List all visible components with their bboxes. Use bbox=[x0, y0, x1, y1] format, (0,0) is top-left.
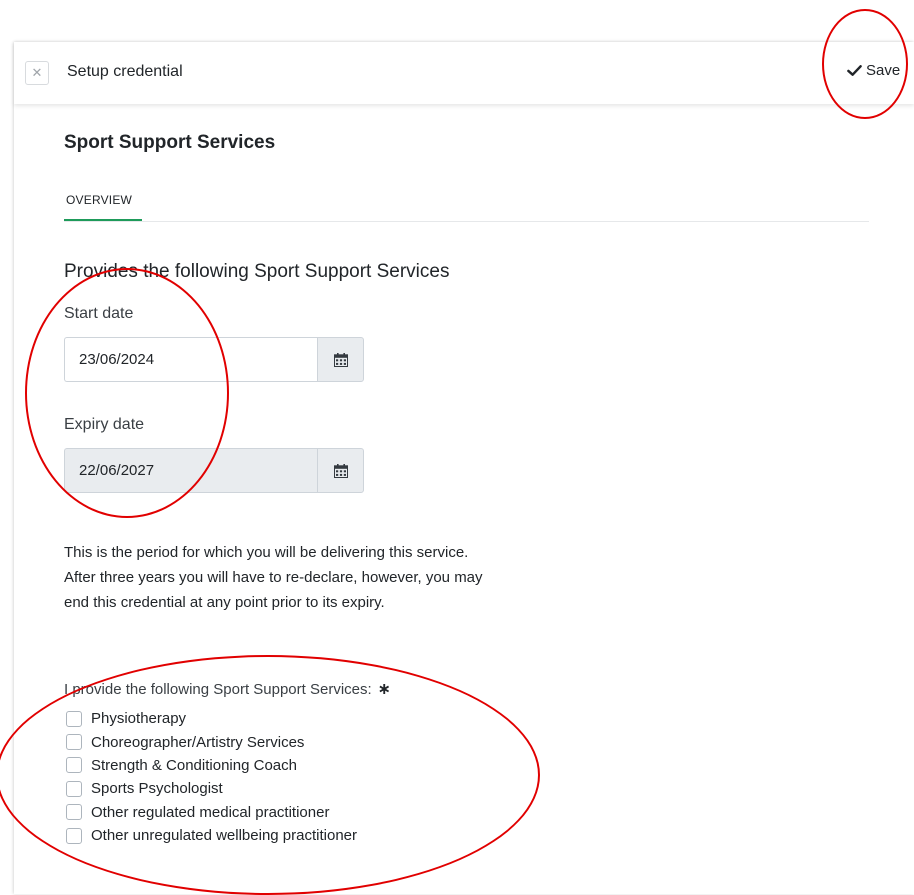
start-date-input[interactable]: 23/06/2024 bbox=[64, 337, 317, 382]
checkbox[interactable] bbox=[66, 827, 82, 844]
services-checkbox-label: I provide the following Sport Support Se… bbox=[64, 679, 391, 699]
service-option-label: Physiotherapy bbox=[91, 710, 187, 728]
calendar-icon bbox=[333, 352, 348, 367]
service-option-label: Choreographer/Artistry Services bbox=[91, 733, 305, 751]
service-option-label: Strength & Conditioning Coach bbox=[91, 756, 297, 774]
help-line: end this credential at any point prior t… bbox=[64, 594, 385, 611]
topbar-title: Setup credential bbox=[67, 63, 183, 80]
expiry-date-group: 22/06/2027 bbox=[64, 448, 364, 493]
checkbox[interactable] bbox=[66, 757, 82, 774]
close-button[interactable]: ✕ bbox=[25, 61, 49, 85]
expiry-date-label: Expiry date bbox=[64, 416, 145, 433]
save-button[interactable]: Save bbox=[847, 62, 900, 79]
tab-overview[interactable]: OVERVIEW bbox=[66, 193, 132, 207]
close-icon: ✕ bbox=[31, 65, 43, 80]
service-option-physiotherapy[interactable]: Physiotherapy bbox=[66, 707, 357, 730]
tab-divider bbox=[64, 221, 869, 222]
checkbox[interactable] bbox=[66, 710, 82, 727]
start-date-group: 23/06/2024 bbox=[64, 337, 364, 382]
service-option-regulated-medical[interactable]: Other regulated medical practitioner bbox=[66, 801, 357, 824]
required-marker: ∗ bbox=[377, 681, 392, 698]
services-label-text: I provide the following Sport Support Se… bbox=[64, 681, 372, 698]
save-label: Save bbox=[866, 62, 901, 79]
checkbox[interactable] bbox=[66, 734, 82, 751]
checkbox[interactable] bbox=[66, 804, 82, 821]
service-option-strength-conditioning[interactable]: Strength & Conditioning Coach bbox=[66, 754, 357, 777]
form-section-heading: Provides the following Sport Support Ser… bbox=[64, 261, 450, 282]
service-option-unregulated-wellbeing[interactable]: Other unregulated wellbeing practitioner bbox=[66, 824, 357, 847]
services-checkbox-group: Physiotherapy Choreographer/Artistry Ser… bbox=[66, 707, 357, 847]
checkmark-icon bbox=[847, 65, 862, 76]
expiry-date-input[interactable]: 22/06/2027 bbox=[64, 448, 317, 493]
topbar: ✕ Setup credential bbox=[14, 42, 914, 104]
service-option-label: Sports Psychologist bbox=[91, 780, 223, 798]
start-date-calendar-button[interactable] bbox=[317, 337, 364, 382]
credential-panel: ✕ Setup credential Save Sport Support Se… bbox=[14, 42, 914, 894]
expiry-date-calendar-button[interactable] bbox=[317, 448, 364, 493]
checkbox[interactable] bbox=[66, 780, 82, 797]
calendar-icon bbox=[333, 463, 348, 478]
page-title: Sport Support Services bbox=[64, 132, 276, 153]
service-option-sports-psychologist[interactable]: Sports Psychologist bbox=[66, 777, 357, 800]
service-option-label: Other unregulated wellbeing practitioner bbox=[91, 827, 357, 845]
service-option-label: Other regulated medical practitioner bbox=[91, 803, 330, 821]
help-line: This is the period for which you will be… bbox=[64, 544, 469, 561]
help-line: After three years you will have to re-de… bbox=[64, 569, 483, 586]
service-option-choreographer[interactable]: Choreographer/Artistry Services bbox=[66, 730, 357, 753]
start-date-label: Start date bbox=[64, 305, 134, 322]
period-help-text: This is the period for which you will be… bbox=[64, 540, 664, 615]
